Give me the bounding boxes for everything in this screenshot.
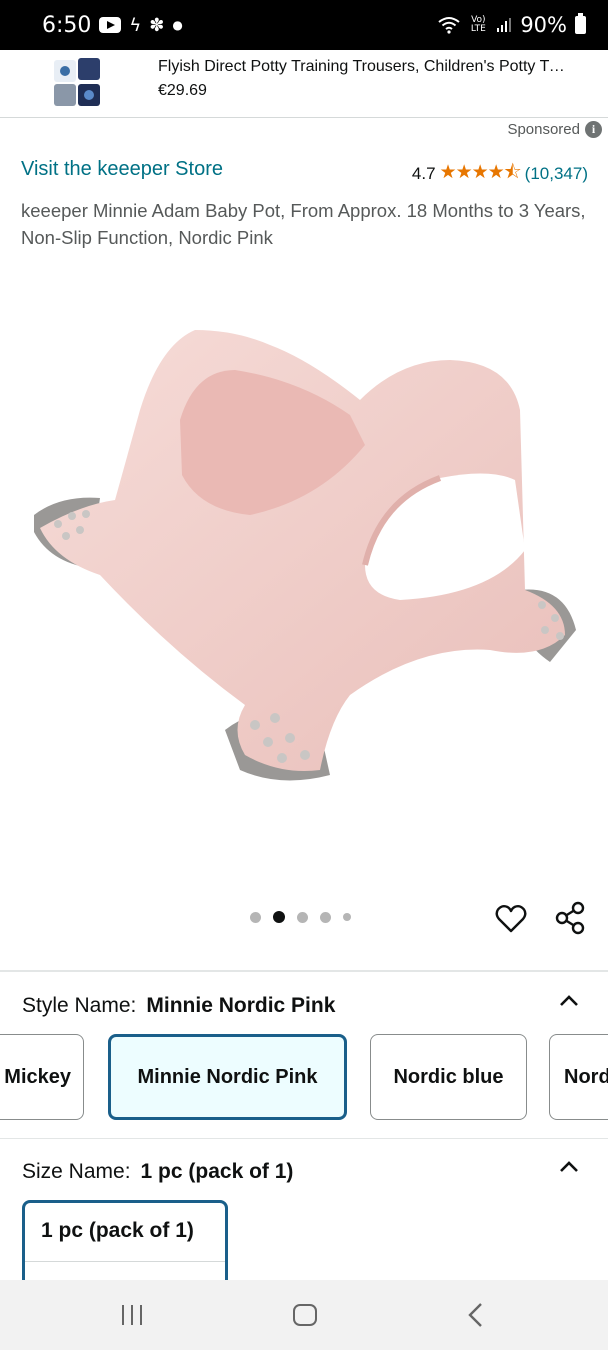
carousel-dot[interactable]	[297, 911, 308, 923]
carousel-dot[interactable]	[343, 913, 351, 921]
battery-percent: 90%	[520, 13, 567, 37]
carousel-dots[interactable]	[250, 911, 351, 923]
notification-icons: ϟ ✽ ●	[99, 14, 183, 36]
recent-apps-icon[interactable]	[122, 1305, 142, 1325]
size-option-separator	[25, 1261, 225, 1262]
rating-value: 4.7	[411, 164, 436, 183]
ad-title: Flyish Direct Potty Training Trousers, C…	[158, 58, 568, 75]
flower-notification-icon: ✽	[149, 14, 165, 36]
signal-icon	[497, 18, 512, 32]
sponsored-text: Sponsored	[507, 121, 580, 138]
style-option-nordic[interactable]: Nordic	[549, 1034, 608, 1120]
ad-text: Flyish Direct Potty Training Trousers, C…	[158, 58, 568, 100]
home-icon[interactable]	[293, 1304, 317, 1326]
sponsored-label[interactable]: Sponsored i	[507, 121, 602, 138]
ad-price: €29.69	[158, 82, 207, 99]
style-name-label: Style Name: Minnie Nordic Pink	[22, 994, 335, 1018]
rating-count[interactable]: (10,347)	[525, 164, 588, 184]
status-bar: 6:50 ϟ ✽ ● Vo) LTE 90%	[0, 0, 608, 50]
style-option-label: Nordic blue	[393, 1065, 504, 1088]
size-option-label: 1 pc (pack of 1)	[41, 1219, 194, 1242]
wishlist-heart-icon[interactable]	[494, 902, 528, 936]
style-selected-value: Minnie Nordic Pink	[146, 994, 336, 1017]
status-time: 6:50	[42, 12, 92, 38]
sponsored-ad-banner[interactable]: Flyish Direct Potty Training Trousers, C…	[0, 50, 608, 118]
size-selected-value: 1 pc (pack of 1)	[140, 1160, 294, 1183]
style-option-label: Mickey	[4, 1065, 71, 1088]
ad-product-thumbnail	[54, 58, 100, 106]
size-collapse-chevron-up-icon[interactable]	[558, 1156, 580, 1178]
wifi-icon	[438, 17, 460, 34]
carousel-dot-active[interactable]	[273, 911, 285, 923]
battery-icon	[575, 13, 586, 34]
share-icon[interactable]	[552, 900, 588, 936]
style-option-nordic-blue[interactable]: Nordic blue	[370, 1034, 527, 1120]
size-label-text: Size Name:	[22, 1160, 131, 1183]
youtube-icon	[99, 17, 122, 33]
style-option-mickey[interactable]: Mickey	[0, 1034, 84, 1120]
product-image[interactable]	[20, 300, 588, 800]
more-notifications-dot-icon: ●	[172, 18, 183, 32]
star-rating-icon: ★★★★⯪	[439, 162, 522, 183]
style-option-label: Nordic	[564, 1065, 608, 1088]
size-option-1pc[interactable]: 1 pc (pack of 1)	[22, 1200, 228, 1290]
visit-store-link[interactable]: Visit the keeeper Store	[21, 158, 223, 181]
carousel-dot[interactable]	[320, 911, 331, 923]
style-option-label: Minnie Nordic Pink	[137, 1065, 318, 1088]
section-divider	[0, 1138, 608, 1139]
style-option-minnie-nordic-pink[interactable]: Minnie Nordic Pink	[108, 1034, 347, 1120]
style-collapse-chevron-up-icon[interactable]	[558, 990, 580, 1012]
status-right: Vo) LTE 90%	[438, 13, 586, 37]
volte-label: Vo) LTE	[470, 15, 486, 34]
product-title: keeeper Minnie Adam Baby Pot, From Appro…	[21, 200, 586, 248]
back-icon[interactable]	[466, 1302, 486, 1328]
section-divider	[0, 970, 608, 972]
bolt-notification-icon: ϟ	[129, 14, 142, 36]
info-icon[interactable]: i	[585, 121, 602, 138]
size-name-label: Size Name: 1 pc (pack of 1)	[22, 1160, 293, 1184]
carousel-dot[interactable]	[250, 911, 261, 923]
rating-summary[interactable]: 4.7 ★★★★⯪ (10,347)	[412, 158, 588, 190]
style-label-text: Style Name:	[22, 994, 137, 1017]
system-navigation-bar	[0, 1280, 608, 1350]
